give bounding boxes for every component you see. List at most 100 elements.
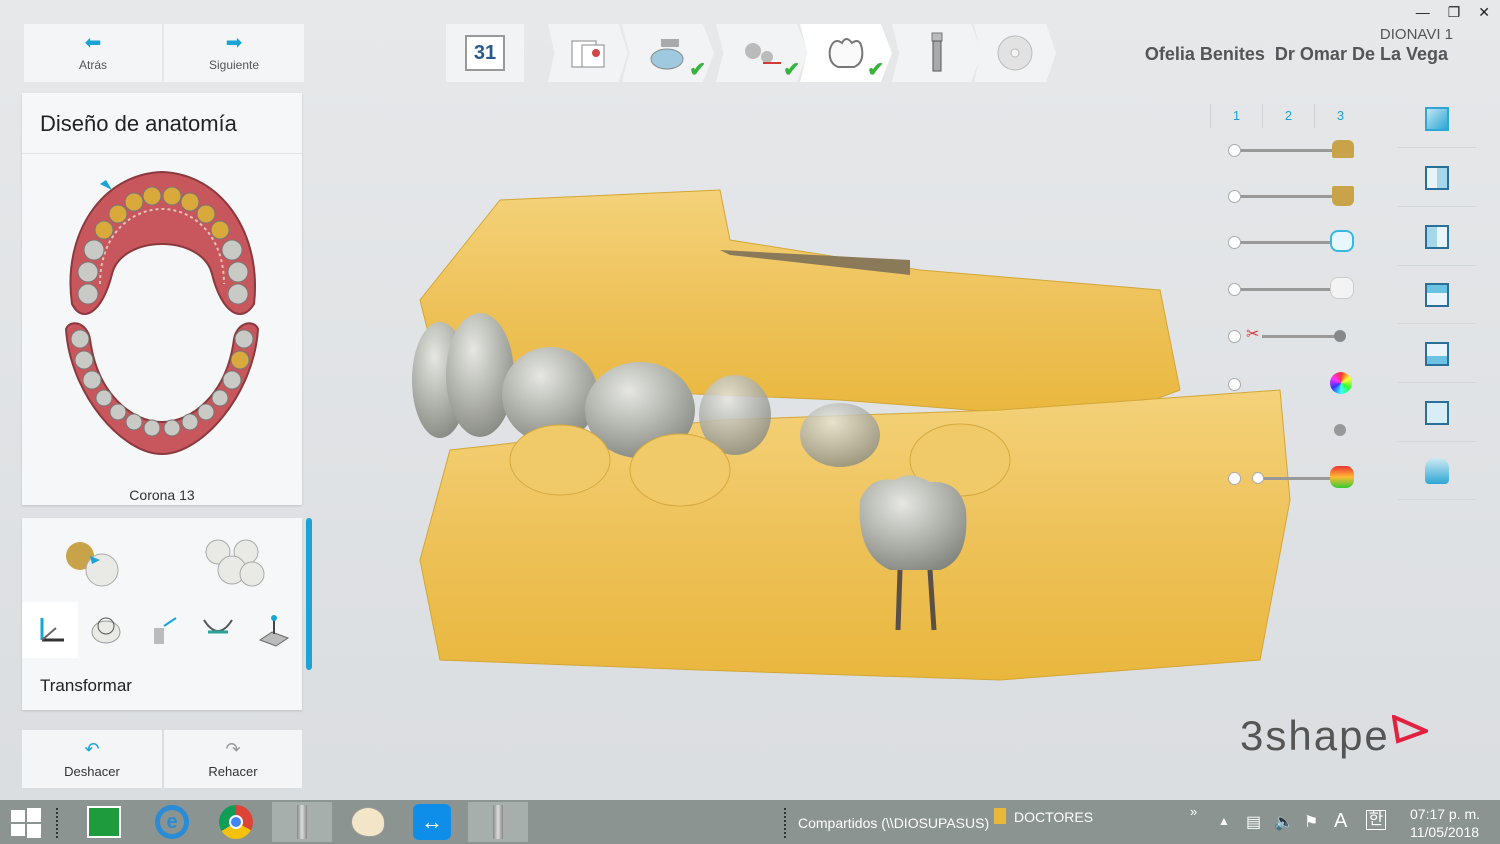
lower-teeth	[70, 329, 254, 437]
ie-icon: e	[155, 805, 189, 839]
language-icon[interactable]: A	[1334, 810, 1347, 833]
tools-panel: Transformar	[22, 518, 302, 710]
cut-plane-slider[interactable]: ✂	[1226, 324, 1356, 348]
undo-button[interactable]: ↶ Deshacer	[22, 730, 162, 788]
back-button[interactable]: ⬅ Atrás	[24, 24, 162, 82]
taskbar-grip	[56, 808, 62, 838]
layer-tab-3[interactable]: 3	[1315, 104, 1366, 128]
implant-icon	[931, 32, 943, 72]
logo-mark-icon	[1391, 715, 1428, 744]
next-button[interactable]: ➡ Siguiente	[164, 24, 304, 82]
redo-icon: ↷	[225, 738, 241, 759]
layer-tab-1[interactable]: 1	[1210, 104, 1263, 128]
distance-map-slider[interactable]	[1226, 466, 1356, 490]
crown-group-tool[interactable]	[198, 530, 268, 594]
case-name: DIONAVI 1	[1379, 26, 1453, 43]
chevron-right-icon[interactable]: »	[1190, 804, 1197, 819]
slider-knob[interactable]	[1228, 378, 1241, 391]
workflow-step-scan[interactable]: ✔	[622, 24, 714, 82]
flag-icon[interactable]: ⚑	[1304, 812, 1318, 832]
check-icon: ✔	[867, 59, 884, 81]
slider-knob[interactable]	[1228, 472, 1241, 485]
clock-date[interactable]: 11/05/2018	[1410, 824, 1479, 840]
dental-app-1[interactable]	[272, 802, 332, 842]
sculpt-icon	[91, 617, 121, 644]
upper-model-opacity-slider[interactable]	[1226, 138, 1356, 162]
color-wheel-icon	[1330, 372, 1352, 394]
scanner-icon	[650, 39, 684, 70]
redo-button[interactable]: ↷ Rehacer	[164, 730, 302, 788]
network-icon[interactable]: ▤	[1246, 812, 1261, 832]
layer-tabs: 1 2 3	[1210, 104, 1366, 128]
close-icon[interactable]: ✕	[1478, 4, 1490, 21]
color-map-toggle[interactable]	[1226, 372, 1356, 396]
ime-icon[interactable]: 한	[1366, 810, 1386, 830]
volume-icon[interactable]: 🔈	[1274, 812, 1294, 832]
tools-scrollbar[interactable]	[306, 518, 312, 670]
redo-label: Rehacer	[208, 763, 258, 779]
heatmap-tooth-icon	[1330, 466, 1354, 488]
slider-knob[interactable]	[1228, 190, 1241, 203]
lower-model-opacity-slider[interactable]	[1226, 184, 1356, 208]
view-bottom-button[interactable]	[1398, 325, 1476, 383]
crown-opacity-slider[interactable]	[1226, 230, 1356, 254]
view-right-button[interactable]	[1398, 208, 1476, 266]
slider-knob[interactable]	[1228, 330, 1241, 343]
slider-knob[interactable]	[1228, 144, 1241, 157]
clock-time[interactable]: 07:17 p. m.	[1410, 806, 1480, 822]
paint-app[interactable]	[344, 802, 392, 842]
selected-tooth-label: Corona 13	[129, 487, 195, 503]
design-panel: Diseño de anatomía Corona 13	[22, 93, 302, 505]
view-occlusal-button[interactable]	[1398, 442, 1476, 500]
transform-tool[interactable]	[22, 602, 78, 658]
antagonist-opacity-slider[interactable]	[1226, 277, 1356, 301]
store-app[interactable]	[80, 802, 128, 842]
scissors-icon: ✂	[1246, 326, 1260, 343]
folder-toolbar-label[interactable]: DOCTORES	[1014, 809, 1093, 825]
ie-app[interactable]: e	[148, 802, 196, 842]
view-left-button[interactable]	[1398, 149, 1476, 207]
chevron-up-icon[interactable]: ▲	[1218, 814, 1230, 828]
layer-tab-2[interactable]: 2	[1263, 104, 1315, 128]
folder-icon	[994, 808, 1006, 824]
point-toggle[interactable]	[1226, 418, 1356, 442]
patient-doctor-label: Ofelia Benites Dr Omar De La Vega	[1144, 44, 1448, 64]
restore-icon[interactable]: ❐	[1448, 4, 1461, 21]
chrome-app[interactable]	[212, 802, 260, 842]
workflow-step-implant[interactable]	[892, 24, 982, 82]
logo-text: 3shape	[1240, 712, 1390, 759]
check-icon: ✔	[783, 59, 800, 81]
workflow-step-export[interactable]	[974, 24, 1056, 82]
scissors-icon	[745, 43, 781, 64]
sculpt-tool[interactable]	[78, 602, 134, 658]
teamviewer-app[interactable]: ↔	[408, 802, 456, 842]
implant-icon	[493, 805, 503, 839]
smooth-tool[interactable]	[246, 602, 302, 658]
wax-knife-tool[interactable]	[134, 602, 190, 658]
connector-tool[interactable]	[190, 602, 246, 658]
workflow-step-calendar[interactable]: 31	[446, 24, 524, 82]
nav-bar: ⬅ Atrás ➡ Siguiente	[24, 24, 304, 82]
start-button[interactable]	[2, 802, 50, 842]
path-toolbar-label[interactable]: Compartidos (\\DIOSUPASUS)	[798, 815, 989, 831]
dental-chart[interactable]	[22, 154, 302, 464]
crown-morph-tool[interactable]	[60, 530, 124, 590]
slider-knob[interactable]	[1228, 236, 1241, 249]
dental-app-2[interactable]	[468, 802, 528, 842]
minimize-icon[interactable]: —	[1416, 4, 1430, 21]
crown-icon	[1330, 230, 1354, 252]
teamviewer-icon: ↔	[413, 804, 451, 840]
arrow-right-icon: ➡	[225, 32, 243, 54]
workflow-step-design[interactable]: ✔	[800, 24, 892, 82]
workflow-step-order[interactable]	[548, 24, 628, 82]
taskbar-grip	[784, 808, 790, 838]
workflow-step-cut[interactable]: ✔	[716, 24, 808, 82]
slider-knob[interactable]	[1228, 283, 1241, 296]
brand-logo: 3shape	[1240, 712, 1428, 760]
tooth-icon	[1330, 277, 1354, 299]
view-top-button[interactable]	[1398, 266, 1476, 324]
view-back-button[interactable]	[1398, 384, 1476, 442]
3d-model-viewport[interactable]	[400, 160, 1300, 720]
view-front-button[interactable]	[1398, 90, 1476, 148]
selection-marker-icon	[100, 180, 112, 190]
